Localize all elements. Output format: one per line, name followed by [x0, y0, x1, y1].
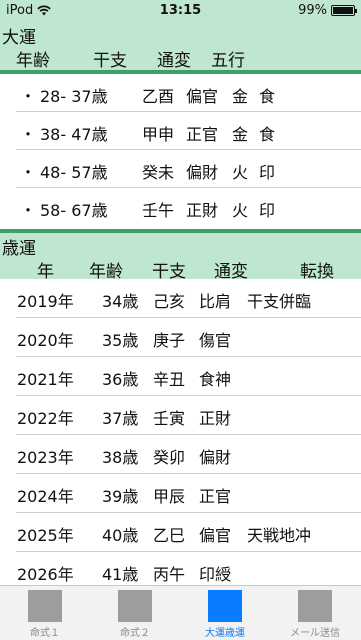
saiun-row[interactable]: 2023年 38歳 癸卯 偏財: [0, 435, 361, 474]
saiun-kanshi: 己亥: [153, 292, 186, 311]
saiun-age: 37歳: [102, 409, 139, 428]
saiun-kanshi: 庚子: [153, 331, 186, 350]
saiun-year: 2019年: [17, 292, 74, 311]
daiun-header-age: 年齢: [16, 51, 50, 71]
tab-label: 命式１: [30, 628, 60, 639]
daiun-kanshi: 癸未: [142, 163, 175, 182]
daiun-tsuhen: 偏財: [186, 163, 219, 182]
saiun-row[interactable]: 2025年 40歳 乙巳 偏官 天戦地冲: [0, 513, 361, 552]
bullet: ・: [20, 201, 37, 220]
daiun-header-gogyo: 五行: [211, 51, 245, 71]
saiun-age: 34歳: [102, 292, 139, 311]
daiun-title: 大運: [2, 28, 36, 48]
saiun-year: 2020年: [17, 331, 74, 350]
daiun-kanshi: 甲申: [142, 125, 175, 144]
bullet: ・: [20, 125, 37, 144]
saiun-row[interactable]: 2022年 37歳 壬寅 正財: [0, 396, 361, 435]
daiun-row[interactable]: ・ 48- 57歳 癸未 偏財 火 印: [0, 150, 361, 188]
daiun-tsuhen: 正財: [186, 201, 219, 220]
saiun-row[interactable]: 2020年 35歳 庚子 傷官: [0, 318, 361, 357]
saiun-kanshi: 辛丑: [153, 370, 186, 389]
daiun-gogyo1: 火: [232, 163, 249, 182]
saiun-list[interactable]: 2019年 34歳 己亥 比肩 干支併臨 2020年 35歳 庚子 傷官 202…: [0, 279, 361, 585]
daiun-gogyo2: 食: [259, 87, 276, 106]
daiun-age: 48- 57歳: [40, 163, 108, 182]
bullet: ・: [20, 163, 37, 182]
tab-mail-send-icon: [298, 590, 332, 622]
saiun-row[interactable]: 2024年 39歳 甲辰 正官: [0, 474, 361, 513]
saiun-header: 歳運 年 年齢 干支 通変 転換: [0, 233, 361, 282]
daiun-age: 58- 67歳: [40, 201, 108, 220]
daiun-gogyo2: 印: [259, 201, 276, 220]
saiun-age: 35歳: [102, 331, 139, 350]
saiun-kanshi: 甲辰: [153, 487, 186, 506]
saiun-age: 41歳: [102, 565, 139, 584]
saiun-kanshi: 丙午: [153, 565, 186, 584]
battery-icon: [331, 5, 357, 16]
daiun-gogyo2: 印: [259, 163, 276, 182]
daiun-gogyo1: 金: [232, 125, 249, 144]
daiun-gogyo1: 金: [232, 87, 249, 106]
saiun-tsuhen: 傷官: [199, 331, 232, 350]
saiun-age: 40歳: [102, 526, 139, 545]
daiun-gogyo2: 食: [259, 125, 276, 144]
saiun-kanshi: 乙巳: [153, 526, 186, 545]
status-bar: iPod 13:15 99%: [0, 0, 361, 22]
tab-mail-send[interactable]: メール送信: [270, 586, 360, 640]
saiun-year: 2021年: [17, 370, 74, 389]
daiun-header-kanshi: 干支: [93, 51, 127, 71]
saiun-tsuhen: 偏財: [199, 448, 232, 467]
saiun-year: 2022年: [17, 409, 74, 428]
saiun-year: 2025年: [17, 526, 74, 545]
tab-label: 命式２: [120, 628, 150, 639]
saiun-title: 歳運: [2, 239, 36, 259]
tab-meishiki-2-icon: [118, 590, 152, 622]
tab-meishiki-1[interactable]: 命式１: [0, 586, 90, 640]
daiun-row[interactable]: ・ 38- 47歳 甲申 正官 金 食: [0, 112, 361, 150]
saiun-tenkan: 天戦地冲: [247, 526, 312, 545]
saiun-tsuhen: 食神: [199, 370, 232, 389]
bullet: ・: [20, 87, 37, 106]
saiun-row[interactable]: 2026年 41歳 丙午 印綬: [0, 552, 361, 585]
saiun-year: 2024年: [17, 487, 74, 506]
daiun-header: 大運 年齢 干支 通変 五行: [0, 22, 361, 71]
daiun-age: 28- 37歳: [40, 87, 108, 106]
saiun-tsuhen: 正財: [199, 409, 232, 428]
saiun-year: 2026年: [17, 565, 74, 584]
saiun-age: 38歳: [102, 448, 139, 467]
daiun-row[interactable]: ・ 28- 37歳 乙酉 偏官 金 食: [0, 74, 361, 112]
saiun-tsuhen: 印綬: [199, 565, 232, 584]
saiun-row[interactable]: 2019年 34歳 己亥 比肩 干支併臨: [0, 279, 361, 318]
saiun-age: 36歳: [102, 370, 139, 389]
daiun-gogyo1: 火: [232, 201, 249, 220]
daiun-age: 38- 47歳: [40, 125, 108, 144]
tab-meishiki-1-icon: [28, 590, 62, 622]
saiun-tsuhen: 正官: [199, 487, 232, 506]
saiun-tsuhen: 比肩: [199, 292, 232, 311]
tab-daiun-saiun[interactable]: 大運歳運: [180, 586, 270, 640]
tab-daiun-saiun-icon: [208, 590, 242, 622]
saiun-age: 39歳: [102, 487, 139, 506]
daiun-kanshi: 乙酉: [142, 87, 175, 106]
saiun-row[interactable]: 2021年 36歳 辛丑 食神: [0, 357, 361, 396]
daiun-tsuhen: 正官: [186, 125, 219, 144]
saiun-tenkan: 干支併臨: [247, 292, 312, 311]
saiun-year: 2023年: [17, 448, 74, 467]
saiun-tsuhen: 偏官: [199, 526, 232, 545]
battery-percent: 99%: [298, 3, 327, 18]
saiun-kanshi: 壬寅: [153, 409, 186, 428]
tab-meishiki-2[interactable]: 命式２: [90, 586, 180, 640]
saiun-kanshi: 癸卯: [153, 448, 186, 467]
daiun-header-tsuhen: 通変: [157, 51, 191, 71]
daiun-row[interactable]: ・ 58- 67歳 壬午 正財 火 印: [0, 188, 361, 226]
tab-label: 大運歳運: [205, 628, 245, 639]
daiun-kanshi: 壬午: [142, 201, 175, 220]
daiun-tsuhen: 偏官: [186, 87, 219, 106]
tab-label: メール送信: [290, 628, 340, 639]
tab-bar: 命式１ 命式２ 大運歳運 メール送信: [0, 585, 361, 640]
